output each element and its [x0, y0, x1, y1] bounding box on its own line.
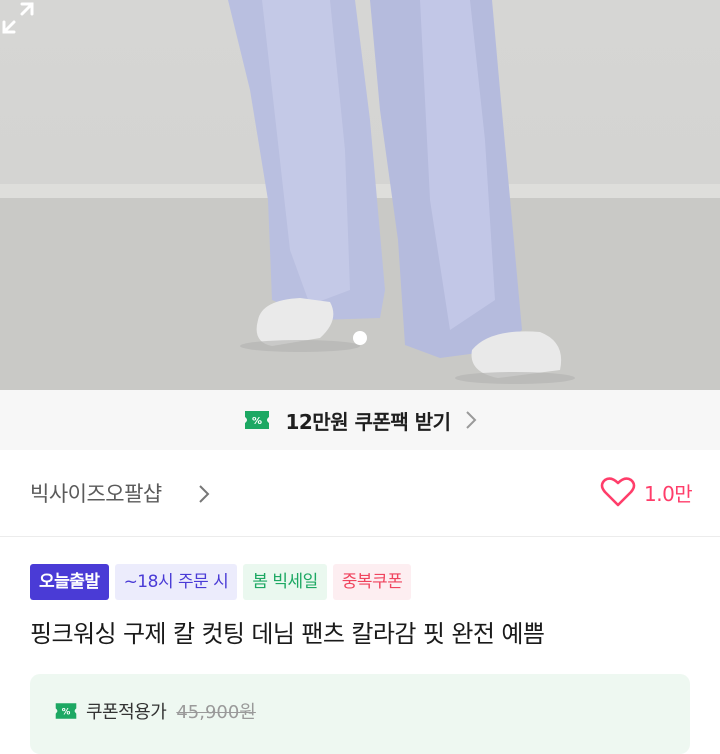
like-count: 1.0만 — [644, 481, 693, 506]
like-button[interactable]: 1.0만 — [600, 476, 693, 508]
coupon-price-label: 쿠폰적용가 — [86, 702, 167, 723]
original-price: 45,900원 — [176, 702, 256, 723]
expand-icon[interactable] — [0, 0, 36, 36]
svg-text:%: % — [62, 707, 71, 717]
chevron-right-icon — [465, 411, 476, 429]
coupon-price-card[interactable]: % 쿠폰적용가 45,900원 — [30, 674, 690, 754]
product-badges: 오늘출발 ~18시 주문 시 봄 빅세일 중복쿠폰 — [30, 564, 412, 600]
coupon-icon: % — [245, 411, 270, 429]
coupon-pack-banner[interactable]: % 12만원 쿠폰팩 받기 — [0, 390, 720, 450]
shop-name-link[interactable]: 빅사이즈오팔샵 — [30, 478, 162, 508]
badge-today-shipping: 오늘출발 — [30, 564, 109, 600]
coupon-icon: % — [55, 703, 77, 719]
chevron-right-icon[interactable] — [198, 484, 210, 504]
heart-icon — [600, 477, 636, 507]
svg-text:%: % — [252, 416, 262, 427]
coupon-pack-label: 12만원 쿠폰팩 받기 — [285, 409, 451, 434]
badge-double-coupon: 중복쿠폰 — [332, 564, 412, 600]
badge-order-cutoff: ~18시 주문 시 — [114, 564, 238, 600]
product-title: 핑크워싱 구제 칼 컷팅 데님 팬츠 칼라감 핏 완전 예쁨 — [30, 620, 545, 648]
shop-info-row: 빅사이즈오팔샵 1.0만 — [0, 450, 720, 537]
product-image-gallery[interactable] — [0, 0, 720, 390]
carousel-indicator-dot[interactable] — [353, 331, 367, 345]
badge-spring-sale: 봄 빅세일 — [243, 564, 327, 600]
